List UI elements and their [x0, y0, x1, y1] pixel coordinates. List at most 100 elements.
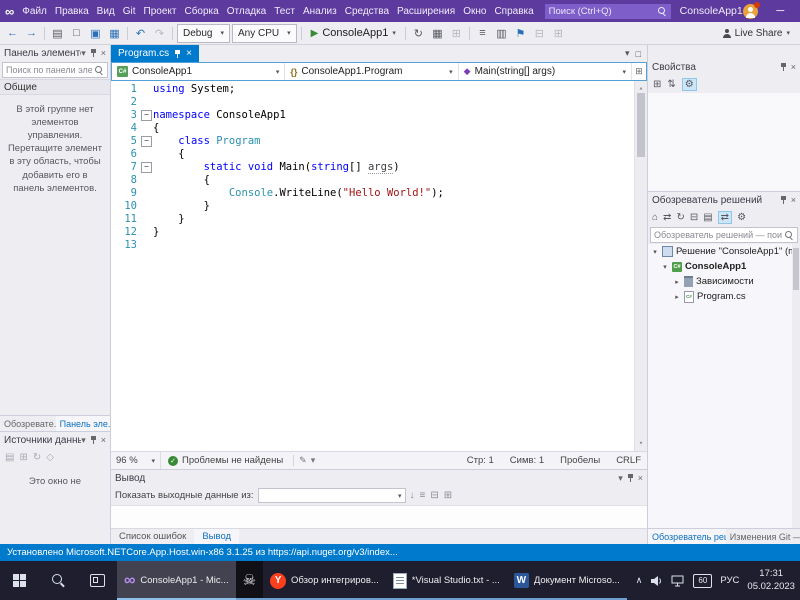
code-line[interactable]: 12} [111, 226, 634, 239]
start-debugging-button[interactable]: ▶ ConsoleApp1 ▾ [306, 24, 401, 42]
configure-icon[interactable]: ⊞ [19, 452, 27, 463]
toolbox-category-general[interactable]: Общие [0, 79, 110, 95]
menu-item[interactable]: Окно [459, 0, 490, 22]
spaces-indicator[interactable]: Пробелы [560, 455, 600, 466]
language-indicator[interactable]: РУС [720, 575, 739, 586]
properties-grid[interactable] [648, 93, 800, 191]
code-line[interactable]: 9 Console.WriteLine("Hello World!"); [111, 187, 634, 200]
code-line[interactable]: 6 { [111, 148, 634, 161]
quick-search-input[interactable]: Поиск (Ctrl+Q) [544, 3, 671, 19]
chevron-down-icon[interactable]: ▾ [618, 473, 623, 483]
fold-marker-icon[interactable]: − [140, 110, 153, 121]
tab-toolbox[interactable]: Панель эле... [55, 416, 110, 431]
close-icon[interactable]: × [101, 435, 106, 445]
tree-item-project[interactable]: ▾ C# ConsoleApp1 [648, 259, 800, 274]
properties-icon[interactable]: ⚙ [737, 212, 746, 223]
goto-message-icon[interactable]: ↓ [410, 490, 415, 501]
redo-icon[interactable]: ↷ [151, 24, 168, 42]
taskbar-app-notepad[interactable]: *Visual Studio.txt - ... [386, 561, 507, 600]
build-icon[interactable]: ▦ [429, 24, 446, 42]
battery-indicator[interactable]: 60 [693, 573, 713, 588]
code-line[interactable]: 13 [111, 239, 634, 252]
taskbar-search-button[interactable] [39, 561, 78, 600]
menu-item[interactable]: Расширения [393, 0, 459, 22]
output-source-dropdown[interactable]: ▾ [257, 488, 406, 503]
code-line[interactable]: 2 [111, 96, 634, 109]
menu-item[interactable]: Справка [490, 0, 537, 22]
word-wrap-icon[interactable]: ≡ [420, 490, 426, 501]
zoom-dropdown[interactable]: 96 % ▾ [111, 452, 161, 469]
save-all-icon[interactable]: ▦ [106, 24, 123, 42]
switch-views-icon[interactable]: ⇄ [663, 212, 671, 223]
editor-vertical-scrollbar[interactable]: ▴ ▾ [634, 81, 647, 451]
clock[interactable]: 17:31 05.02.2023 [747, 568, 795, 593]
undo-icon[interactable]: ↶ [132, 24, 149, 42]
debug-target-dropdown[interactable]: Debug ▾ [177, 23, 230, 43]
pin-icon[interactable] [627, 473, 634, 483]
code-line[interactable]: 10 } [111, 200, 634, 213]
fold-marker-icon[interactable]: − [140, 136, 153, 147]
pin-icon[interactable] [174, 49, 181, 59]
code-line[interactable]: 8 { [111, 174, 634, 187]
code-line[interactable]: 1 using System; [111, 83, 634, 96]
line-indicator[interactable]: Стр: 1 [467, 455, 494, 466]
pin-icon[interactable] [780, 195, 787, 205]
menu-item[interactable]: Правка [51, 0, 93, 22]
start-button[interactable] [0, 561, 39, 600]
chevron-down-icon[interactable]: ▾ [311, 455, 316, 466]
output-content[interactable] [111, 505, 647, 528]
new-project-icon[interactable]: ▤ [49, 24, 66, 42]
refresh-icon[interactable]: ↻ [676, 212, 684, 223]
code-editor[interactable]: 1 using System; 2 3− namespace ConsoleApp1 4{… [111, 81, 634, 451]
diamond-icon[interactable]: ◇ [46, 452, 54, 463]
chevron-down-icon[interactable]: ▾ [81, 435, 86, 445]
maximize-button[interactable]: □ [794, 0, 800, 22]
categorized-icon[interactable]: ⊞ [653, 79, 661, 90]
property-pages-icon[interactable]: ⚙ [681, 77, 697, 91]
column-indicator[interactable]: Симв: 1 [510, 455, 544, 466]
open-file-icon[interactable]: □ [68, 24, 85, 42]
menu-item[interactable]: Средства [341, 0, 393, 22]
volume-icon[interactable] [650, 575, 663, 587]
tree-item-solution[interactable]: ▾ Решение "ConsoleApp1" (проекты: 1 из 1… [648, 244, 800, 259]
add-data-source-icon[interactable]: ▤ [5, 452, 14, 463]
menu-item[interactable]: Анализ [299, 0, 341, 22]
navigate-back-icon[interactable]: ← [4, 24, 21, 42]
code-cleanup-icon[interactable]: ✎ [299, 455, 307, 466]
home-icon[interactable]: ⌂ [652, 212, 658, 223]
step-icon[interactable]: ⊞ [448, 24, 465, 42]
outdent-icon[interactable]: ⊞ [550, 24, 567, 42]
chevron-down-icon[interactable]: ▾ [81, 48, 86, 58]
live-share-button[interactable]: Live Share ▾ [722, 28, 796, 39]
code-line[interactable]: 11 } [111, 213, 634, 226]
task-view-button[interactable] [78, 561, 117, 600]
document-health-indicator[interactable]: ✓ Проблемы не найдены [161, 455, 290, 466]
menu-item[interactable]: Git [119, 0, 140, 22]
float-window-icon[interactable]: □ [636, 49, 641, 59]
save-icon[interactable]: ▣ [87, 24, 104, 42]
close-icon[interactable]: × [101, 48, 106, 58]
indent-icon[interactable]: ⊟ [531, 24, 548, 42]
fold-marker-icon[interactable]: − [140, 162, 153, 173]
sync-with-active-document-icon[interactable]: ⇄ [717, 210, 733, 224]
document-list-dropdown-icon[interactable]: ▾ [625, 48, 630, 59]
menu-item[interactable]: Сборка [180, 0, 222, 22]
member-dropdown[interactable]: ◆ Main(string[] args) ▾ [459, 63, 631, 80]
close-icon[interactable]: × [791, 62, 796, 72]
taskbar-app-visual-studio[interactable]: ∞ ConsoleApp1 - Mic... [117, 561, 236, 600]
tab-error-list[interactable]: Список ошибок [111, 529, 194, 544]
user-avatar[interactable] [742, 1, 760, 19]
hot-reload-icon[interactable]: ↻ [410, 24, 427, 42]
tree-item-program-cs[interactable]: ▸ C# Program.cs [648, 289, 800, 304]
type-dropdown[interactable]: {} ConsoleApp1.Program ▾ [285, 63, 459, 80]
menu-item[interactable]: Вид [93, 0, 119, 22]
twisty-collapsed-icon[interactable]: ▸ [673, 278, 681, 286]
bookmark-icon[interactable]: ⚑ [512, 24, 529, 42]
toggle-output-icon[interactable]: ⊞ [444, 490, 452, 501]
close-icon[interactable]: × [791, 195, 796, 205]
refresh-icon[interactable]: ↻ [33, 452, 41, 463]
twisty-expanded-icon[interactable]: ▾ [661, 263, 669, 271]
comment-icon[interactable]: ▥ [493, 24, 510, 42]
tree-scrollbar[interactable] [792, 244, 800, 528]
tree-item-dependencies[interactable]: ▸ Зависимости [648, 274, 800, 289]
